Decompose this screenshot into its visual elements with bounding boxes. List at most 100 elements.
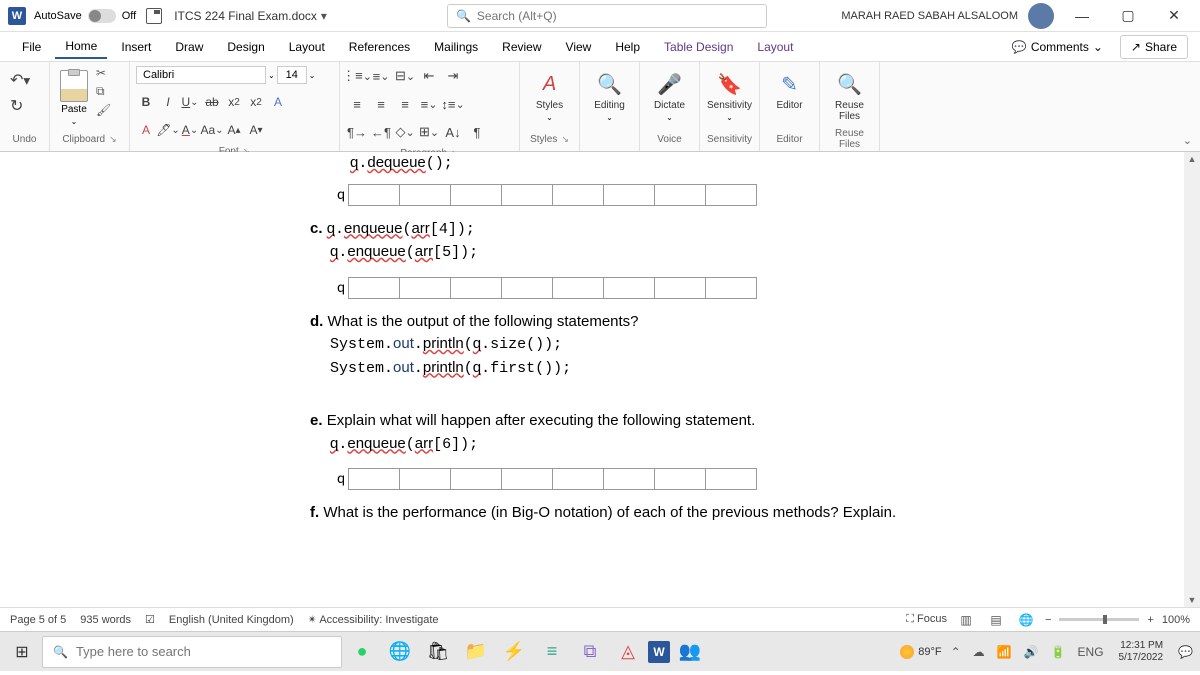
table-cell[interactable] — [603, 468, 655, 490]
page-indicator[interactable]: Page 5 of 5 — [10, 614, 66, 626]
show-marks-button[interactable]: ¶ — [466, 122, 488, 142]
shading-button[interactable]: ◇⌄ — [394, 122, 416, 142]
search-box[interactable]: 🔍 — [447, 4, 767, 28]
maximize-button[interactable]: ▢ — [1110, 2, 1146, 30]
tab-table-design[interactable]: Table Design — [654, 36, 743, 58]
tab-layout-context[interactable]: Layout — [747, 36, 803, 58]
format-painter-icon[interactable]: 🖌 — [96, 103, 111, 117]
rtl-button[interactable]: ←¶ — [370, 122, 392, 142]
table-cell[interactable] — [399, 184, 451, 206]
clear-format-button[interactable]: A⌄ — [180, 120, 200, 140]
redo-icon[interactable]: ↻ — [10, 96, 39, 116]
explorer-icon[interactable]: 📁 — [458, 634, 494, 670]
tab-review[interactable]: Review — [492, 36, 551, 58]
table-cell[interactable] — [501, 277, 553, 299]
store-icon[interactable]: 🛍 — [420, 634, 456, 670]
volume-icon[interactable]: 🔊 — [1021, 645, 1042, 659]
table-cell[interactable] — [654, 468, 706, 490]
table-cell[interactable] — [552, 277, 604, 299]
dialog-launcher-icon[interactable]: ↘ — [109, 134, 117, 145]
styles-button[interactable]: A Styles ⌄ — [526, 66, 573, 126]
multilevel-button[interactable]: ⊟⌄ — [394, 66, 416, 86]
scroll-up-icon[interactable]: ▲ — [1184, 152, 1200, 166]
zoom-slider[interactable] — [1059, 618, 1139, 621]
table-cell[interactable] — [552, 184, 604, 206]
scroll-down-icon[interactable]: ▼ — [1184, 593, 1200, 607]
scrollbar[interactable]: ▲ ▼ — [1184, 152, 1200, 607]
table-cell[interactable] — [654, 184, 706, 206]
chevron-down-icon[interactable]: ⌄ — [309, 71, 316, 80]
table-row[interactable]: q — [330, 184, 930, 206]
tab-file[interactable]: File — [12, 36, 51, 58]
font-color-button[interactable]: 🖊⌄ — [158, 120, 178, 140]
weather-widget[interactable]: 89°F — [900, 645, 941, 659]
table-cell[interactable] — [501, 468, 553, 490]
zoom-level[interactable]: 100% — [1162, 614, 1190, 626]
shrink-font-button[interactable]: A▾ — [246, 120, 266, 140]
text-effects-button[interactable]: A — [268, 92, 288, 112]
bold-button[interactable]: B — [136, 92, 156, 112]
table-cell[interactable] — [705, 468, 757, 490]
ltr-button[interactable]: ¶→ — [346, 122, 368, 142]
cut-icon[interactable]: ✂ — [96, 66, 111, 80]
table-row[interactable]: q — [330, 468, 930, 490]
onedrive-icon[interactable]: ☁ — [970, 645, 988, 659]
change-case-button[interactable]: Aa⌄ — [202, 120, 222, 140]
editing-button[interactable]: 🔍 Editing ⌄ — [586, 66, 633, 126]
document-content[interactable]: q.dequeue(); q c. q.enqueue(arr[4]); q.e… — [310, 152, 930, 525]
font-size-select[interactable]: 14 — [277, 66, 307, 84]
chevron-down-icon[interactable]: ▾ — [321, 9, 327, 23]
print-layout-icon[interactable]: ▤ — [985, 611, 1007, 629]
tab-references[interactable]: References — [339, 36, 420, 58]
claude-icon[interactable]: ◬ — [610, 634, 646, 670]
editor-button[interactable]: ✎ Editor — [766, 66, 813, 115]
avatar[interactable] — [1028, 3, 1054, 29]
numbering-button[interactable]: ≡⌄ — [370, 66, 392, 86]
table-cell[interactable] — [450, 468, 502, 490]
paste-button[interactable]: Paste ⌄ — [56, 66, 92, 130]
table-cell[interactable] — [399, 277, 451, 299]
table-cell[interactable] — [654, 277, 706, 299]
focus-button[interactable]: ⛶ Focus — [906, 613, 947, 626]
tab-view[interactable]: View — [556, 36, 602, 58]
visualstudio-icon[interactable]: ⧉ — [572, 634, 608, 670]
decrease-indent-button[interactable]: ⇤ — [418, 66, 440, 86]
table-row[interactable]: q — [330, 277, 930, 299]
chevron-up-icon[interactable]: ⌃ — [948, 645, 964, 659]
align-right-button[interactable]: ≡ — [394, 94, 416, 114]
chrome-icon[interactable]: 🌐 — [382, 634, 418, 670]
table-cell[interactable] — [603, 184, 655, 206]
notifications-icon[interactable]: 💬 — [1175, 645, 1196, 659]
tab-layout[interactable]: Layout — [279, 36, 335, 58]
taskbar-search[interactable]: 🔍 — [42, 636, 342, 668]
highlight-button[interactable]: A — [136, 120, 156, 140]
document-name[interactable]: ITCS 224 Final Exam.docx — [174, 9, 317, 23]
language-indicator[interactable]: English (United Kingdom) — [169, 614, 294, 626]
tab-insert[interactable]: Insert — [111, 36, 161, 58]
close-button[interactable]: ✕ — [1156, 2, 1192, 30]
minimize-button[interactable]: — — [1064, 2, 1100, 30]
align-center-button[interactable]: ≡ — [370, 94, 392, 114]
subscript-button[interactable]: x2 — [224, 92, 244, 112]
start-button[interactable]: ⊞ — [4, 634, 40, 670]
tab-mailings[interactable]: Mailings — [424, 36, 488, 58]
word-taskbar-icon[interactable]: W — [648, 641, 670, 663]
borders-button[interactable]: ⊞⌄ — [418, 122, 440, 142]
battery-icon[interactable]: 🔋 — [1048, 645, 1069, 659]
grow-font-button[interactable]: A▴ — [224, 120, 244, 140]
tab-draw[interactable]: Draw — [165, 36, 213, 58]
save-icon[interactable] — [146, 8, 162, 24]
collapse-ribbon-icon[interactable]: ⌄ — [1183, 134, 1192, 147]
wifi-icon[interactable]: 📶 — [994, 645, 1015, 659]
strikethrough-button[interactable]: ab — [202, 92, 222, 112]
search-input[interactable] — [477, 9, 758, 23]
vscode-icon[interactable]: ≡ — [534, 634, 570, 670]
align-left-button[interactable]: ≡ — [346, 94, 368, 114]
tab-help[interactable]: Help — [605, 36, 650, 58]
web-layout-icon[interactable]: 🌐 — [1015, 611, 1037, 629]
table-cell[interactable] — [501, 184, 553, 206]
language-indicator[interactable]: ENG — [1075, 645, 1107, 659]
read-mode-icon[interactable]: ▥ — [955, 611, 977, 629]
increase-indent-button[interactable]: ⇥ — [442, 66, 464, 86]
table-cell[interactable] — [348, 468, 400, 490]
